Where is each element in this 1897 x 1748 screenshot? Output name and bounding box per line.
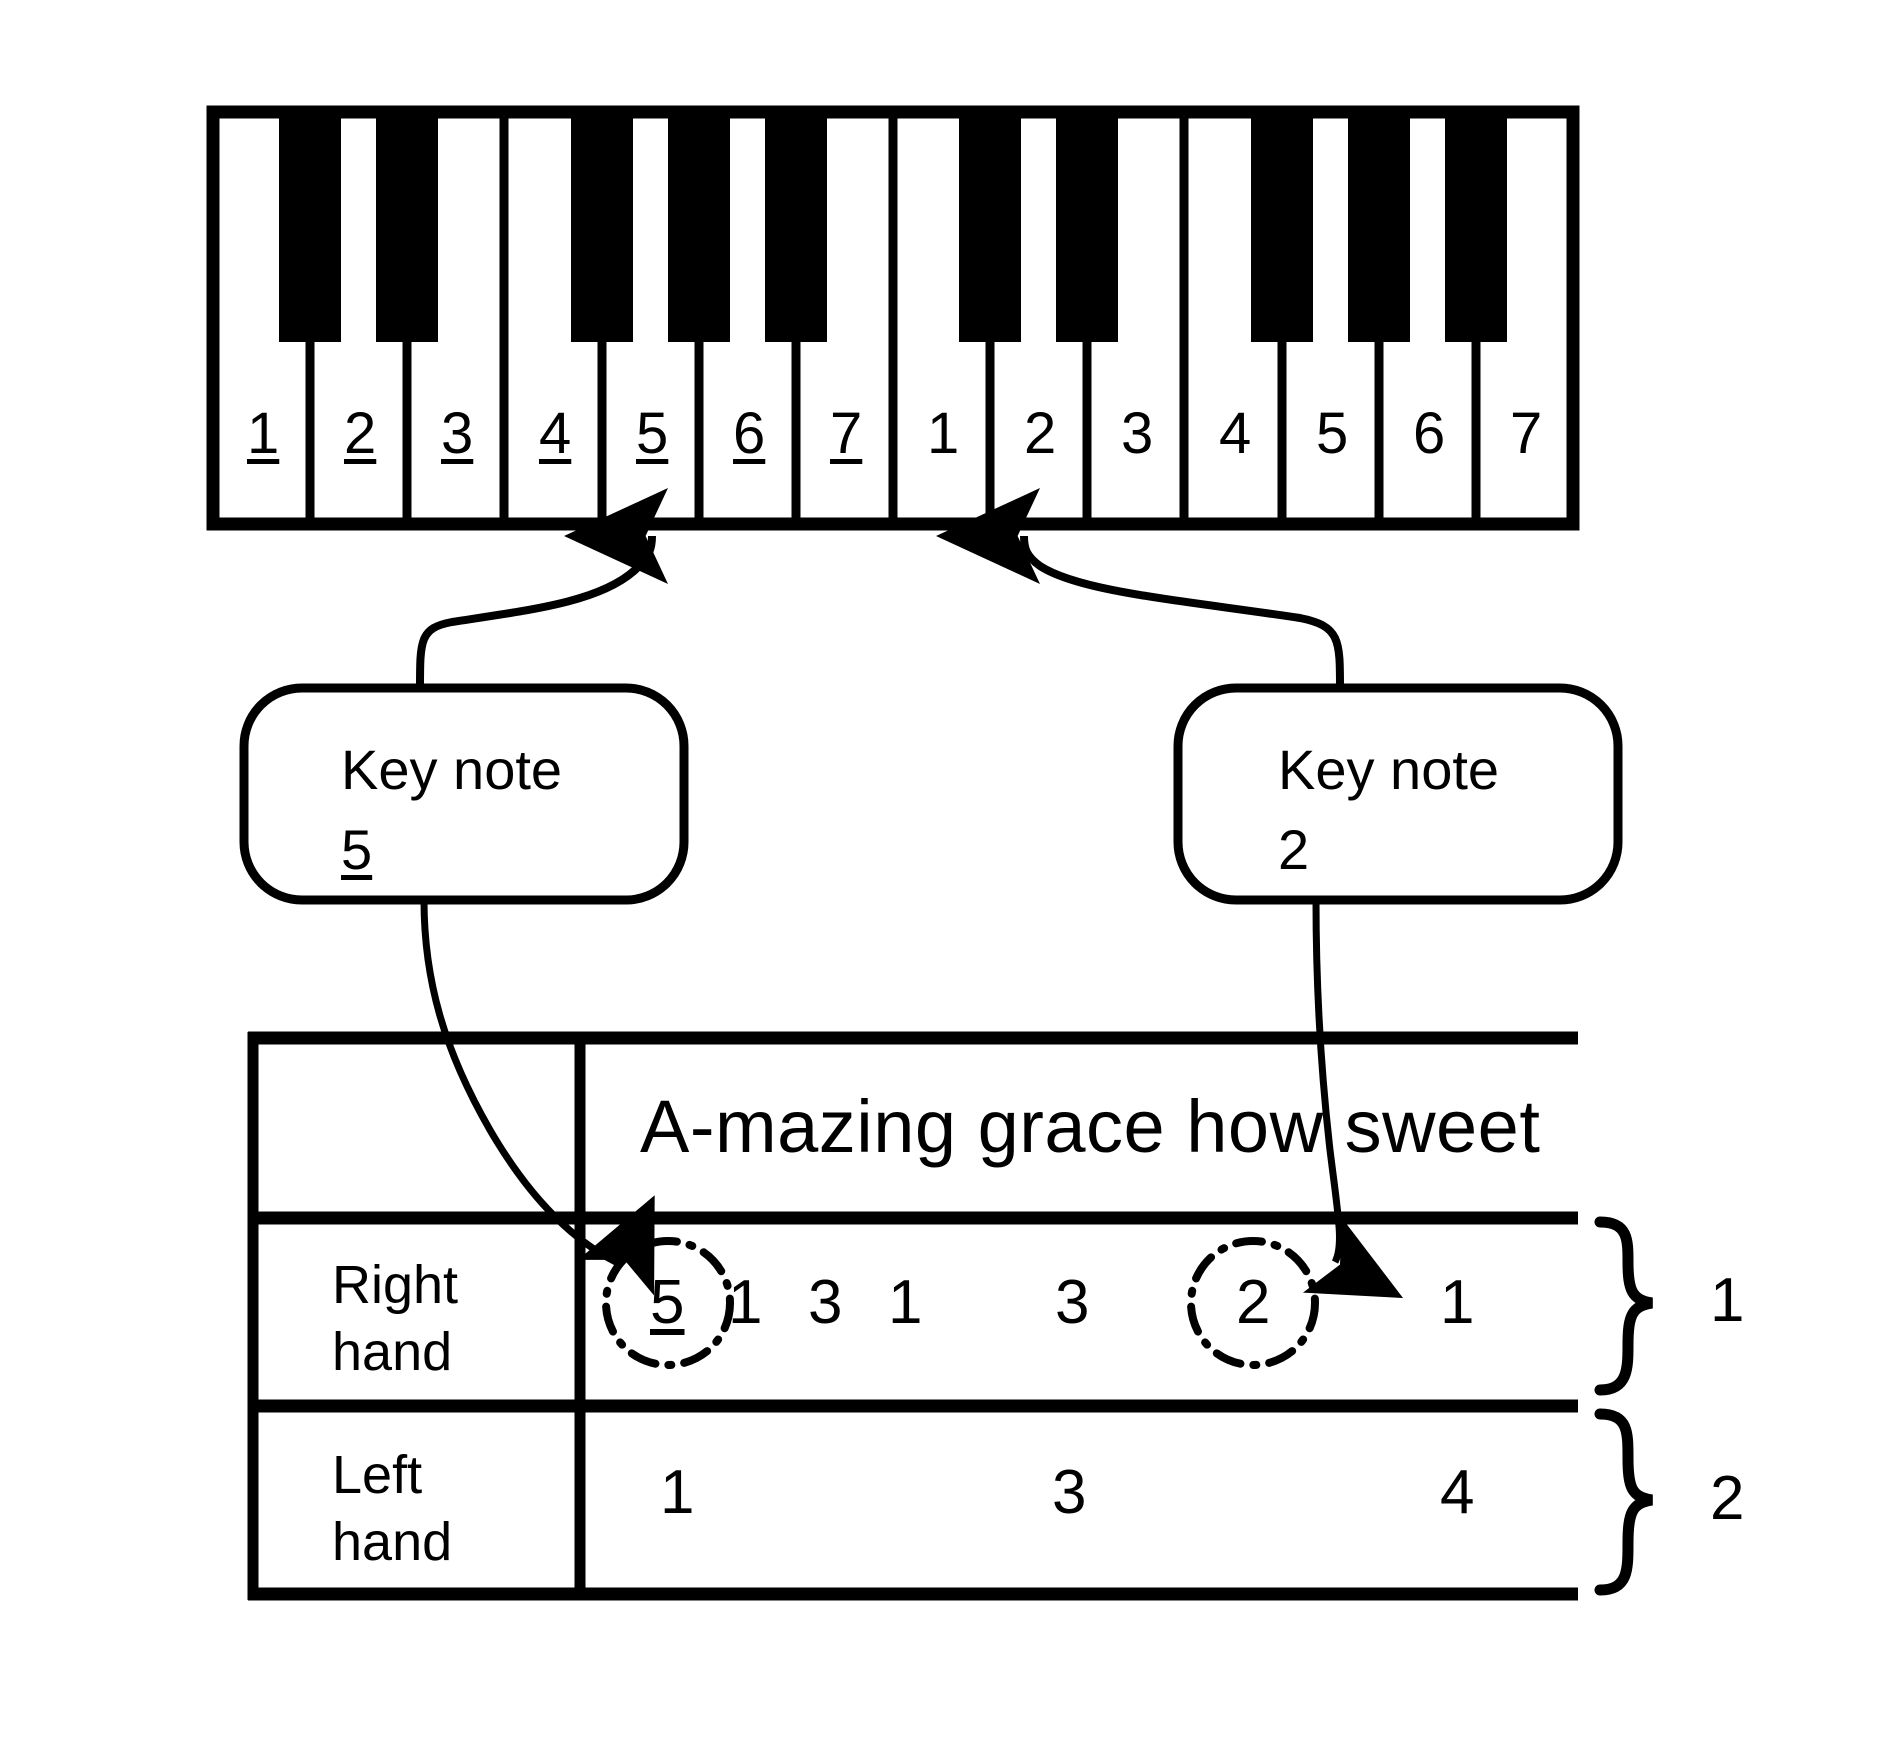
brace-left-hand [1594, 1408, 1654, 1596]
note-right-hand-1: 5 [650, 1268, 685, 1337]
notation-table [247, 1031, 1654, 1601]
brace-label-1: 1 [1710, 1266, 1745, 1335]
brace-label-2: 2 [1710, 1464, 1745, 1533]
note-left-hand-3: 4 [1440, 1458, 1475, 1527]
note-right-hand-7: 1 [1440, 1268, 1475, 1337]
row-label-left-hand-line2: hand [332, 1512, 453, 1572]
row-braces [1594, 1216, 1654, 1596]
note-right-hand-5: 3 [1055, 1268, 1090, 1337]
note-right-hand-2: 1 [728, 1268, 763, 1337]
row-label-right-hand-line1: Right [332, 1255, 459, 1315]
note-left-hand-1: 1 [660, 1458, 695, 1527]
brace-right-hand [1594, 1216, 1654, 1396]
note-right-hand-4: 1 [888, 1268, 923, 1337]
figure-root: 1 2 3 4 5 6 7 1 2 3 4 5 6 7 Key note 5 K… [0, 0, 1897, 1748]
note-right-hand-3: 3 [808, 1268, 843, 1337]
row-label-left-hand-line1: Left [332, 1445, 423, 1505]
lyric-line: A-mazing grace how sweet [640, 1085, 1541, 1168]
note-left-hand-2: 3 [1052, 1458, 1087, 1527]
row-label-right-hand-line2: hand [332, 1322, 453, 1382]
note-right-hand-6: 2 [1236, 1268, 1271, 1337]
